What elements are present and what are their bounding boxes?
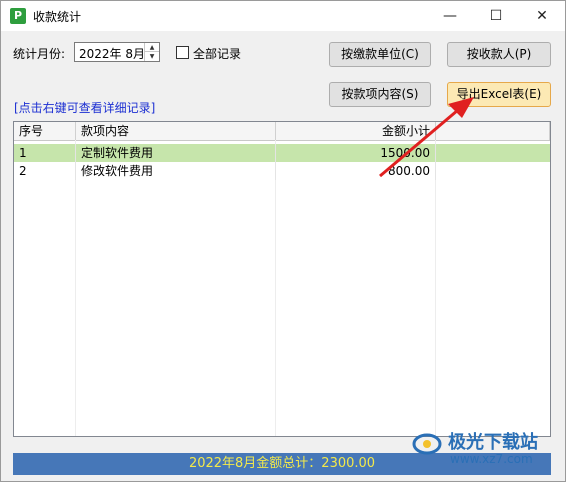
watermark-url: www.xz7.com bbox=[450, 452, 533, 466]
watermark-logo-icon bbox=[412, 433, 442, 455]
red-arrow-annotation bbox=[379, 97, 474, 178]
arrow-shaft bbox=[379, 108, 459, 178]
watermark-name: 极光下载站 bbox=[448, 432, 538, 453]
